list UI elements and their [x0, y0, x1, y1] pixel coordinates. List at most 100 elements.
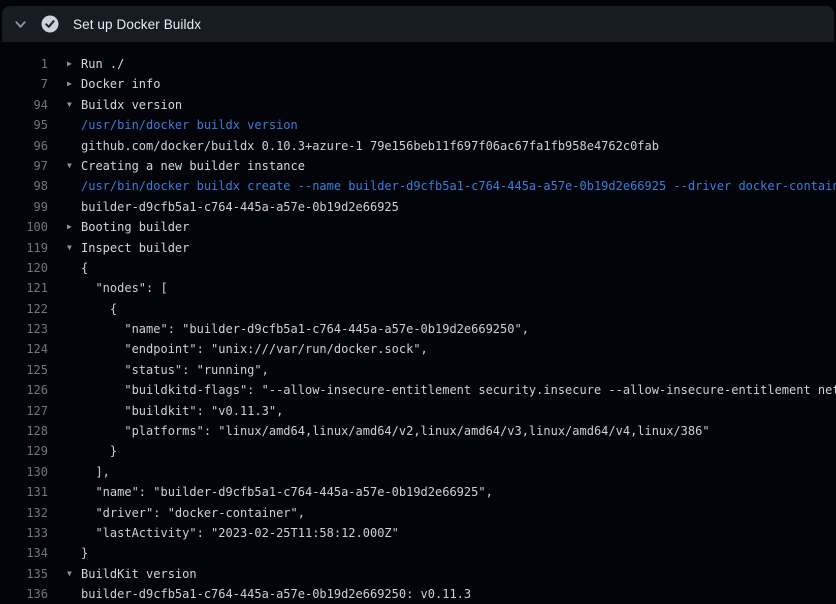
log-row: 127 "buildkit": "v0.11.3",: [0, 401, 836, 421]
group-toggle-icon: [67, 319, 81, 339]
group-toggle-icon: [67, 278, 81, 298]
line-number-link[interactable]: 127: [0, 401, 48, 421]
log-line-text: }: [81, 543, 88, 563]
log-lines: 1 ▶ Run ./ 7 ▶ Docker info 94 ▼ Buildx v…: [0, 54, 836, 604]
log-row[interactable]: 100 ▶ Booting builder: [0, 217, 836, 237]
log-line-text: Booting builder: [81, 217, 189, 237]
log-line-text: {: [81, 299, 117, 319]
log-row: 120 {: [0, 258, 836, 278]
group-toggle-icon: [67, 441, 81, 461]
group-toggle-icon: [67, 543, 81, 563]
group-toggle-icon[interactable]: ▼: [67, 564, 81, 584]
log-line-text: "lastActivity": "2023-02-25T11:58:12.000…: [81, 523, 399, 543]
log-row[interactable]: 135 ▼ BuildKit version: [0, 564, 836, 584]
log-line-text: Buildx version: [81, 95, 182, 115]
line-number-link[interactable]: 136: [0, 584, 48, 604]
log-row: 124 "endpoint": "unix:///var/run/docker.…: [0, 339, 836, 359]
line-number-link[interactable]: 124: [0, 339, 48, 359]
log-row: 132 "driver": "docker-container",: [0, 503, 836, 523]
log-row: 129 }: [0, 441, 836, 461]
group-toggle-icon: [67, 258, 81, 278]
log-row: 96 github.com/docker/buildx 0.10.3+azure…: [0, 136, 836, 156]
log-row: 125 "status": "running",: [0, 360, 836, 380]
log-line-text: ],: [81, 462, 110, 482]
line-number-link[interactable]: 129: [0, 441, 48, 461]
log-row: 121 "nodes": [: [0, 278, 836, 298]
log-row: 126 "buildkitd-flags": "--allow-insecure…: [0, 380, 836, 400]
line-number-link[interactable]: 1: [0, 54, 48, 74]
log-line-text: builder-d9cfb5a1-c764-445a-a57e-0b19d2e6…: [81, 197, 399, 217]
group-toggle-icon[interactable]: ▶: [67, 217, 81, 237]
log-line-text: "endpoint": "unix:///var/run/docker.sock…: [81, 339, 428, 359]
log-line-text: "platforms": "linux/amd64,linux/amd64/v2…: [81, 421, 710, 441]
log-row: 133 "lastActivity": "2023-02-25T11:58:12…: [0, 523, 836, 543]
line-number-link[interactable]: 135: [0, 564, 48, 584]
line-number-link[interactable]: 94: [0, 95, 48, 115]
line-number-link[interactable]: 119: [0, 238, 48, 258]
group-toggle-icon: [67, 299, 81, 319]
line-number-link[interactable]: 100: [0, 217, 48, 237]
log-line-text: {: [81, 258, 88, 278]
line-number-link[interactable]: 131: [0, 482, 48, 502]
check-circle-icon: [41, 15, 59, 33]
line-number-link[interactable]: 95: [0, 115, 48, 135]
step-header[interactable]: Set up Docker Buildx: [2, 6, 834, 42]
group-toggle-icon[interactable]: ▶: [67, 74, 81, 94]
log-line-text: BuildKit version: [81, 564, 197, 584]
group-toggle-icon[interactable]: ▼: [67, 95, 81, 115]
log-row[interactable]: 97 ▼ Creating a new builder instance: [0, 156, 836, 176]
log-line-text: /usr/bin/docker buildx version: [81, 115, 298, 135]
line-number-link[interactable]: 99: [0, 197, 48, 217]
log-line-text: }: [81, 441, 117, 461]
line-number-link[interactable]: 133: [0, 523, 48, 543]
log-row[interactable]: 7 ▶ Docker info: [0, 74, 836, 94]
log-row[interactable]: 119 ▼ Inspect builder: [0, 238, 836, 258]
group-toggle-icon: [67, 503, 81, 523]
line-number-link[interactable]: 121: [0, 278, 48, 298]
log-row: 136 builder-d9cfb5a1-c764-445a-a57e-0b19…: [0, 584, 836, 604]
group-toggle-icon: [67, 136, 81, 156]
group-toggle-icon: [67, 339, 81, 359]
log-row: 128 "platforms": "linux/amd64,linux/amd6…: [0, 421, 836, 441]
group-toggle-icon[interactable]: ▼: [67, 238, 81, 258]
line-number-link[interactable]: 98: [0, 176, 48, 196]
group-toggle-icon: [67, 421, 81, 441]
chevron-down-icon[interactable]: [14, 18, 27, 31]
line-number-link[interactable]: 125: [0, 360, 48, 380]
log-row: 123 "name": "builder-d9cfb5a1-c764-445a-…: [0, 319, 836, 339]
group-toggle-icon: [67, 482, 81, 502]
line-number-link[interactable]: 130: [0, 462, 48, 482]
log-line-text: Inspect builder: [81, 238, 189, 258]
line-number-link[interactable]: 126: [0, 380, 48, 400]
log-row: 98 /usr/bin/docker buildx create --name …: [0, 176, 836, 196]
group-toggle-icon: [67, 380, 81, 400]
group-toggle-icon: [67, 115, 81, 135]
line-number-link[interactable]: 120: [0, 258, 48, 278]
log-line-text: "name": "builder-d9cfb5a1-c764-445a-a57e…: [81, 482, 493, 502]
log-area[interactable]: 1 ▶ Run ./ 7 ▶ Docker info 94 ▼ Buildx v…: [0, 42, 836, 604]
log-line-text: /usr/bin/docker buildx create --name bui…: [81, 176, 836, 196]
line-number-link[interactable]: 128: [0, 421, 48, 441]
group-toggle-icon: [67, 462, 81, 482]
log-row: 122 {: [0, 299, 836, 319]
group-toggle-icon[interactable]: ▶: [67, 54, 81, 74]
group-toggle-icon[interactable]: ▼: [67, 156, 81, 176]
line-number-link[interactable]: 132: [0, 503, 48, 523]
line-number-link[interactable]: 7: [0, 74, 48, 94]
log-line-text: "buildkitd-flags": "--allow-insecure-ent…: [81, 380, 836, 400]
line-number-link[interactable]: 134: [0, 543, 48, 563]
line-number-link[interactable]: 97: [0, 156, 48, 176]
log-row: 95 /usr/bin/docker buildx version: [0, 115, 836, 135]
log-line-text: github.com/docker/buildx 0.10.3+azure-1 …: [81, 136, 659, 156]
log-row[interactable]: 1 ▶ Run ./: [0, 54, 836, 74]
group-toggle-icon: [67, 523, 81, 543]
line-number-link[interactable]: 122: [0, 299, 48, 319]
log-row[interactable]: 94 ▼ Buildx version: [0, 95, 836, 115]
log-row: 131 "name": "builder-d9cfb5a1-c764-445a-…: [0, 482, 836, 502]
line-number-link[interactable]: 123: [0, 319, 48, 339]
log-line-text: "buildkit": "v0.11.3",: [81, 401, 283, 421]
line-number-link[interactable]: 96: [0, 136, 48, 156]
group-toggle-icon: [67, 197, 81, 217]
log-row: 134 }: [0, 543, 836, 563]
log-line-text: "nodes": [: [81, 278, 168, 298]
